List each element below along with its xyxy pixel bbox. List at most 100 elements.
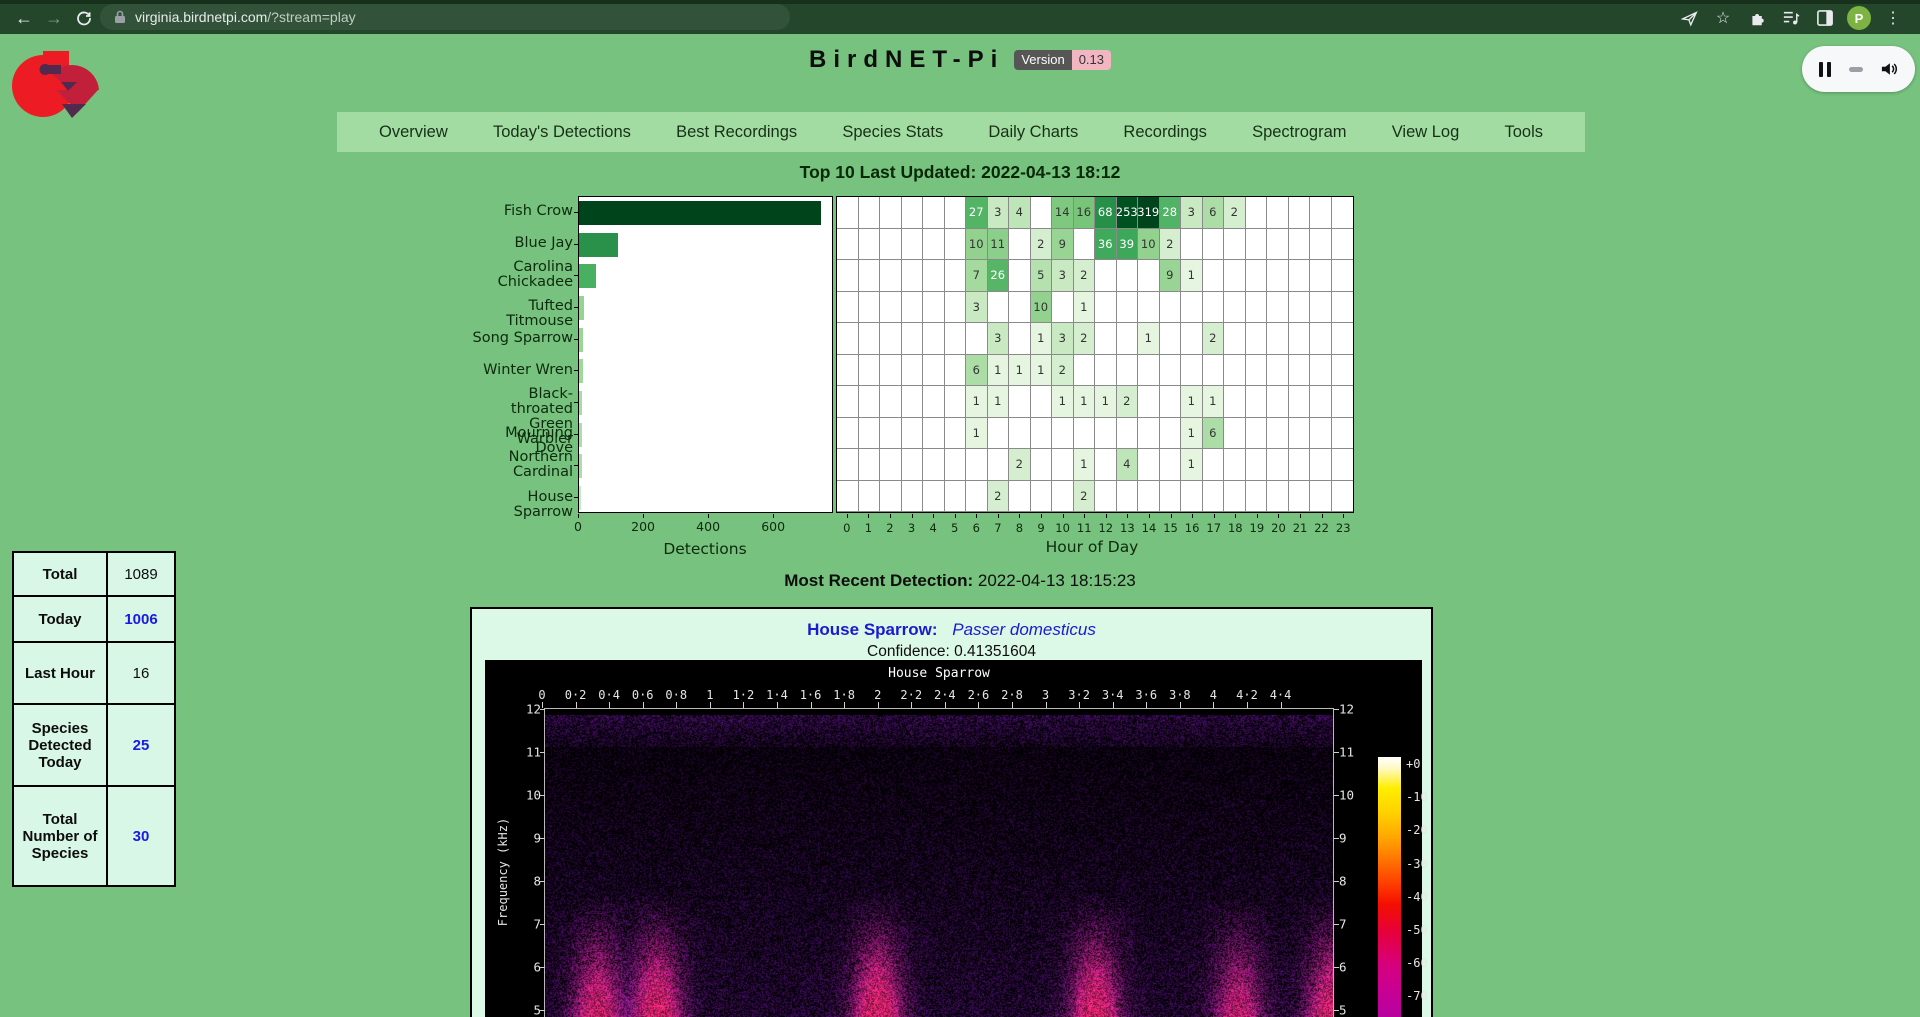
axis-tick — [1343, 514, 1344, 518]
menu-button[interactable]: ⋮ — [1876, 4, 1910, 32]
hour-axis-tick-label: 14 — [1142, 521, 1157, 535]
heatmap-cell: 2 — [1160, 229, 1182, 261]
heatmap-cell: 4 — [1009, 197, 1031, 229]
nav-item-best-recordings[interactable]: Best Recordings — [676, 123, 797, 142]
nav-item-overview[interactable]: Overview — [379, 123, 448, 142]
side-panel-button[interactable] — [1808, 4, 1842, 32]
share-button[interactable] — [1672, 4, 1706, 32]
heatmap-cell — [1074, 418, 1096, 450]
heatmap-cell — [1031, 197, 1053, 229]
heatmap-cell — [988, 449, 1010, 481]
heatmap-cell: 2 — [1074, 260, 1096, 292]
hour-axis-tick-label: 5 — [951, 521, 958, 535]
axis-tick — [1019, 514, 1020, 518]
stats-row: Last Hour16 — [13, 642, 175, 704]
heatmap-cell — [923, 197, 945, 229]
audio-player[interactable] — [1802, 46, 1915, 92]
time-tick-label: 3·4 — [1102, 688, 1124, 702]
db-tick-label: -70 — [1406, 989, 1428, 1003]
bookmark-button[interactable]: ☆ — [1706, 4, 1740, 32]
nav-item-today-s-detections[interactable]: Today's Detections — [493, 123, 631, 142]
heatmap-cell — [1203, 481, 1225, 513]
time-tick — [1046, 702, 1047, 708]
species-label: CarolinaChickadee — [470, 260, 573, 290]
volume-icon[interactable] — [1880, 61, 1898, 77]
hour-axis-tick-label: 13 — [1120, 521, 1135, 535]
extensions-button[interactable] — [1740, 4, 1774, 32]
heatmap-cell: 14 — [1052, 197, 1074, 229]
main-nav: Overview Today's Detections Best Recording… — [337, 112, 1585, 152]
nav-item-daily-charts[interactable]: Daily Charts — [988, 123, 1078, 142]
time-tick-label: 2·4 — [934, 688, 956, 702]
stats-value[interactable]: 25 — [107, 704, 175, 786]
heatmap-cell — [1332, 323, 1354, 355]
detection-species-link[interactable]: House Sparrow: Passer domesticus — [472, 620, 1431, 640]
seek-handle[interactable] — [1849, 67, 1863, 72]
species-label: NorthernCardinal — [470, 450, 573, 480]
heatmap-cell — [1246, 449, 1268, 481]
axis-tick — [890, 514, 891, 518]
heatmap-cell: 1 — [1031, 323, 1053, 355]
heatmap-cell — [1095, 418, 1117, 450]
bar-axis-tick-label: 200 — [631, 519, 655, 534]
time-tick — [576, 702, 577, 708]
hour-axis-tick-label: 18 — [1228, 521, 1243, 535]
heatmap-cell: 1 — [1181, 449, 1203, 481]
version-badge: Version 0.13 — [1014, 50, 1111, 70]
stats-value[interactable]: 1006 — [107, 596, 175, 642]
heatmap-cell: 2 — [1203, 323, 1225, 355]
axis-tick — [1149, 514, 1150, 518]
heatmap-cell — [923, 260, 945, 292]
spectrogram-image[interactable]: House Sparrow Frequency (kHz) 00·20·40·6… — [485, 660, 1422, 1017]
heatmap-cell — [837, 260, 859, 292]
heatmap-cell — [902, 481, 924, 513]
axis-tick — [1063, 514, 1064, 518]
freq-tick-label-right: 7 — [1339, 917, 1347, 932]
forward-button[interactable]: → — [40, 4, 68, 32]
nav-item-species-stats[interactable]: Species Stats — [842, 123, 943, 142]
heatmap-cell — [902, 229, 924, 261]
heatmap-cell — [1031, 386, 1053, 418]
time-tick — [911, 702, 912, 708]
reload-button[interactable] — [70, 4, 98, 32]
heatmap-cell — [1160, 386, 1182, 418]
hour-axis-tick-label: 19 — [1250, 521, 1265, 535]
profile-button[interactable]: P — [1842, 4, 1876, 32]
heatmap-cell — [1310, 386, 1332, 418]
heatmap-cell — [966, 481, 988, 513]
time-tick-label: 0·4 — [598, 688, 620, 702]
detections-bar — [579, 423, 582, 447]
heatmap-cell — [1246, 260, 1268, 292]
heatmap-cell — [880, 197, 902, 229]
heatmap-cell — [1332, 386, 1354, 418]
browser-window: ← → virginia.birdnetpi.com/?stream=play … — [0, 0, 1920, 1017]
heatmap-cell: 1 — [1181, 418, 1203, 450]
pause-button[interactable] — [1819, 62, 1831, 77]
heatmap-cell — [1052, 481, 1074, 513]
time-tick-label: 1 — [706, 688, 713, 702]
nav-item-view-log[interactable]: View Log — [1392, 123, 1460, 142]
heatmap-cell — [1289, 355, 1311, 387]
hour-axis-tick-label: 2 — [886, 521, 893, 535]
address-bar[interactable]: virginia.birdnetpi.com/?stream=play — [100, 4, 790, 30]
freq-tick — [1334, 752, 1339, 753]
time-tick — [743, 702, 744, 708]
axis-tick — [574, 370, 578, 371]
species-label: Fish Crow — [470, 204, 573, 219]
heatmap-cell — [1310, 449, 1332, 481]
heatmap-cell: 1 — [966, 386, 988, 418]
nav-item-spectrogram[interactable]: Spectrogram — [1252, 123, 1346, 142]
back-button[interactable]: ← — [10, 4, 38, 32]
heatmap-cell — [902, 418, 924, 450]
playlist-extension-button[interactable] — [1774, 4, 1808, 32]
time-tick-label: 3 — [1042, 688, 1049, 702]
heatmap-cell — [1009, 229, 1031, 261]
nav-item-tools[interactable]: Tools — [1504, 123, 1543, 142]
heatmap-cell: 3 — [966, 292, 988, 324]
stats-value[interactable]: 30 — [107, 786, 175, 886]
freq-tick — [1334, 709, 1339, 710]
heatmap-cell — [1009, 292, 1031, 324]
spectrogram-plot-frame — [544, 708, 1334, 1017]
heatmap-cell — [1052, 292, 1074, 324]
nav-item-recordings[interactable]: Recordings — [1123, 123, 1206, 142]
